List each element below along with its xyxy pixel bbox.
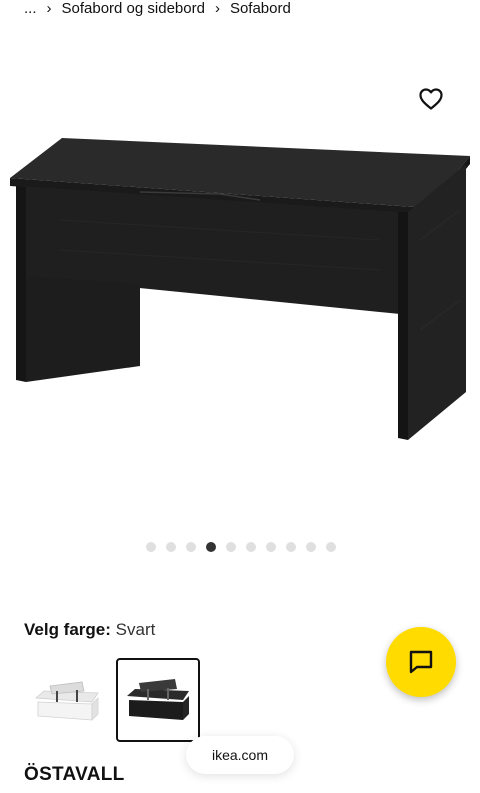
carousel-dot[interactable] [266, 542, 276, 552]
chat-button[interactable] [386, 627, 456, 697]
breadcrumb-ellipsis[interactable]: ... [24, 0, 37, 17]
carousel-dot[interactable] [166, 542, 176, 552]
carousel-dot[interactable] [306, 542, 316, 552]
carousel-dot[interactable] [326, 542, 336, 552]
carousel-dot[interactable] [186, 542, 196, 552]
carousel-dot[interactable] [226, 542, 236, 552]
carousel-dot[interactable] [146, 542, 156, 552]
carousel-dots [146, 542, 336, 552]
color-label-title: Velg farge: [24, 620, 111, 639]
chat-bubble-icon [409, 650, 433, 674]
color-selected-value: Svart [115, 620, 156, 639]
color-selector-label: Velg farge: Svart [24, 620, 155, 640]
carousel-dot-active[interactable] [206, 542, 216, 552]
breadcrumb-separator: › [214, 0, 220, 17]
product-page: ... › Sofabord og sidebord › Sofabord Ve… [0, 0, 480, 793]
color-option-black[interactable] [116, 658, 200, 742]
white-table-thumbnail [35, 681, 99, 721]
breadcrumb: ... › Sofabord og sidebord › Sofabord [24, 0, 291, 20]
breadcrumb-item-sofabord-og-sidebord[interactable]: Sofabord og sidebord [62, 0, 205, 17]
breadcrumb-separator: › [46, 0, 52, 17]
carousel-dot[interactable] [286, 542, 296, 552]
coffee-table-image [10, 138, 470, 440]
breadcrumb-item-sofabord[interactable]: Sofabord [230, 0, 291, 17]
black-table-thumbnail [127, 679, 189, 720]
product-image[interactable] [0, 130, 480, 460]
favourite-button[interactable] [416, 84, 446, 114]
heart-icon [419, 88, 443, 110]
product-name: ÖSTAVALL [24, 764, 125, 785]
browser-url-pill[interactable]: ikea.com [186, 736, 294, 774]
carousel-dot[interactable] [246, 542, 256, 552]
color-option-white[interactable] [25, 659, 109, 743]
